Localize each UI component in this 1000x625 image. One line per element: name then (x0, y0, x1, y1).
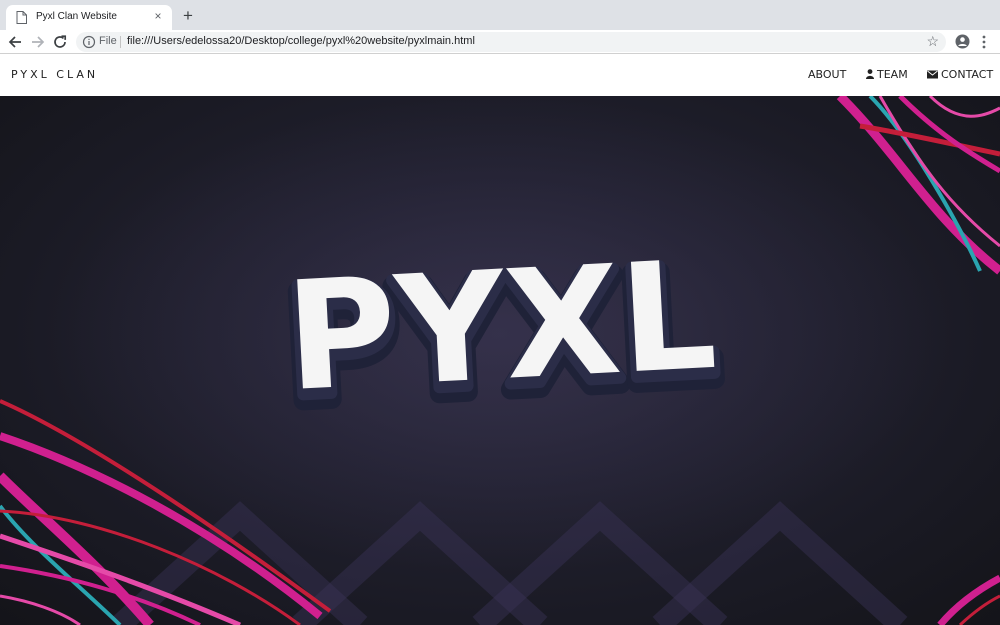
browser-tab-strip: Pyxl Clan Website × + (0, 0, 1000, 30)
hero-banner: PYXL PYXL PYXL (0, 96, 1000, 625)
account-icon[interactable] (955, 34, 970, 49)
kebab-menu-icon[interactable] (978, 34, 990, 50)
envelope-icon (927, 70, 938, 79)
new-tab-button[interactable]: + (180, 7, 196, 24)
nav-team-link[interactable]: TEAM (866, 68, 908, 81)
user-icon (866, 69, 874, 79)
browser-toolbar: File file:///Users/edelossa20/Desktop/co… (0, 30, 1000, 54)
tab-title: Pyxl Clan Website (36, 11, 117, 22)
site-brand[interactable]: PYXL CLAN (11, 68, 98, 81)
pyxl-logo: PYXL PYXL PYXL (273, 229, 731, 447)
reload-icon[interactable] (51, 33, 69, 51)
nav-team-label: TEAM (877, 68, 908, 81)
scheme-label: File (99, 35, 117, 47)
info-icon[interactable] (82, 35, 96, 49)
svg-text:PYXL: PYXL (282, 229, 720, 425)
hero-artwork: PYXL PYXL PYXL (0, 96, 1000, 625)
omnibox-divider (120, 36, 121, 48)
nav-contact-label: CONTACT (941, 68, 994, 81)
nav-about-label: ABOUT (808, 68, 847, 81)
forward-arrow-icon[interactable] (29, 33, 47, 51)
url-text[interactable]: file:///Users/edelossa20/Desktop/college… (127, 35, 475, 47)
address-bar[interactable]: File file:///Users/edelossa20/Desktop/co… (76, 32, 946, 52)
close-tab-button[interactable]: × (151, 9, 165, 23)
nav-contact-link[interactable]: CONTACT (927, 68, 993, 81)
bookmark-star-icon[interactable]: ☆ (926, 33, 939, 50)
nav-about-link[interactable]: ABOUT (808, 68, 846, 81)
browser-tab[interactable]: Pyxl Clan Website × (6, 5, 172, 30)
site-navbar: PYXL CLAN ABOUT TEAM CONTACT (0, 55, 1000, 96)
back-arrow-icon[interactable] (6, 33, 24, 51)
page-icon (16, 11, 27, 24)
